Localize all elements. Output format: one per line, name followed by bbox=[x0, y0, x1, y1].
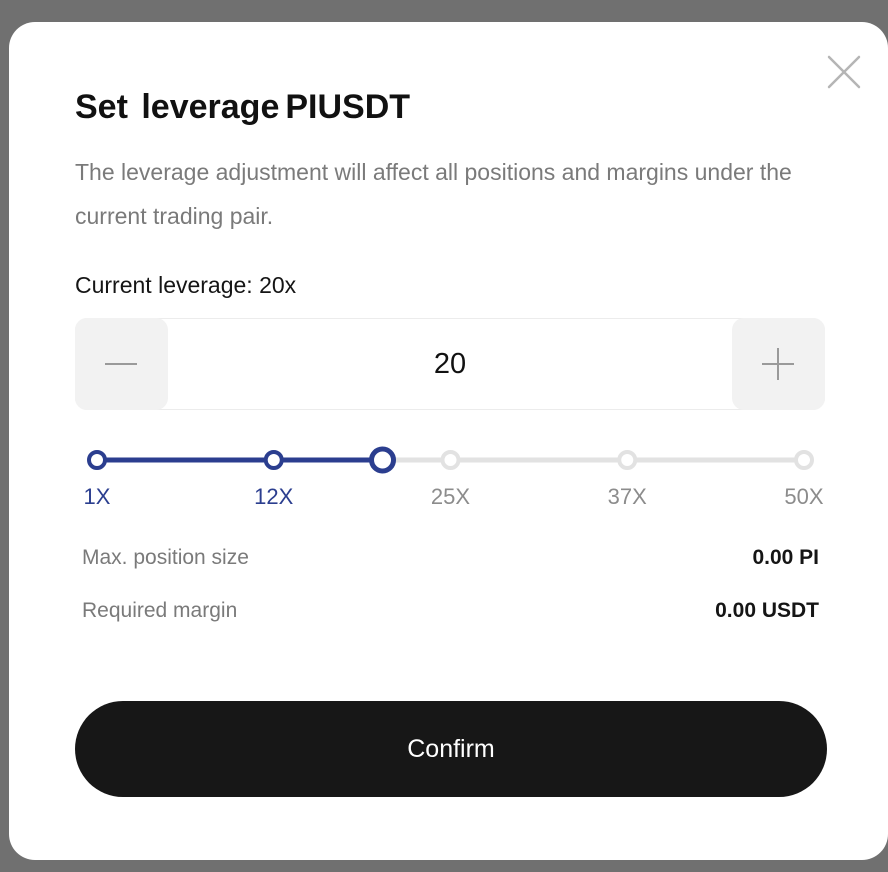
increase-leverage-button[interactable] bbox=[732, 318, 825, 410]
slider-thumb[interactable] bbox=[369, 446, 397, 474]
current-leverage-label: Current leverage: 20x bbox=[75, 272, 297, 298]
leverage-slider-track bbox=[87, 446, 814, 474]
slider-tick-label-50x[interactable]: 50X bbox=[784, 484, 823, 510]
minus-icon bbox=[105, 363, 137, 365]
slider-tick-label-12x[interactable]: 12X bbox=[254, 484, 293, 510]
slider-tick-label-37x[interactable]: 37X bbox=[608, 484, 647, 510]
max-position-row: Max. position size 0.00 PI bbox=[82, 546, 819, 576]
dialog-title: Set leverage PIUSDT bbox=[75, 88, 410, 127]
dialog-description: The leverage adjustment will affect all … bbox=[75, 159, 792, 229]
slider-tick-50x[interactable] bbox=[794, 450, 814, 470]
confirm-button[interactable]: Confirm bbox=[75, 701, 827, 797]
required-margin-value: 0.00 USDT bbox=[715, 599, 819, 622]
close-icon bbox=[827, 55, 861, 89]
slider-tick-25x[interactable] bbox=[440, 450, 461, 470]
leverage-slider[interactable] bbox=[75, 442, 835, 482]
slider-tick-label-25x[interactable]: 25X bbox=[431, 484, 470, 510]
leverage-stepper bbox=[75, 318, 825, 410]
close-button[interactable] bbox=[824, 52, 864, 92]
required-margin-label: Required margin bbox=[82, 599, 238, 622]
required-margin-row: Required margin 0.00 USDT bbox=[82, 599, 819, 629]
leverage-input[interactable] bbox=[176, 319, 724, 409]
title-text: Set leverage bbox=[75, 88, 280, 126]
slider-tick-37x[interactable] bbox=[617, 450, 638, 470]
set-leverage-dialog: Set leverage PIUSDT The leverage adjustme… bbox=[9, 22, 888, 860]
decrease-leverage-button[interactable] bbox=[75, 318, 168, 410]
max-position-label: Max. position size bbox=[82, 546, 249, 569]
slider-tick-label-1x[interactable]: 1X bbox=[84, 484, 111, 510]
trading-pair: PIUSDT bbox=[285, 88, 411, 126]
plus-icon bbox=[762, 348, 794, 380]
max-position-value: 0.00 PI bbox=[752, 546, 819, 569]
slider-tick-12x[interactable] bbox=[263, 450, 284, 470]
slider-tick-1x[interactable] bbox=[87, 450, 107, 470]
